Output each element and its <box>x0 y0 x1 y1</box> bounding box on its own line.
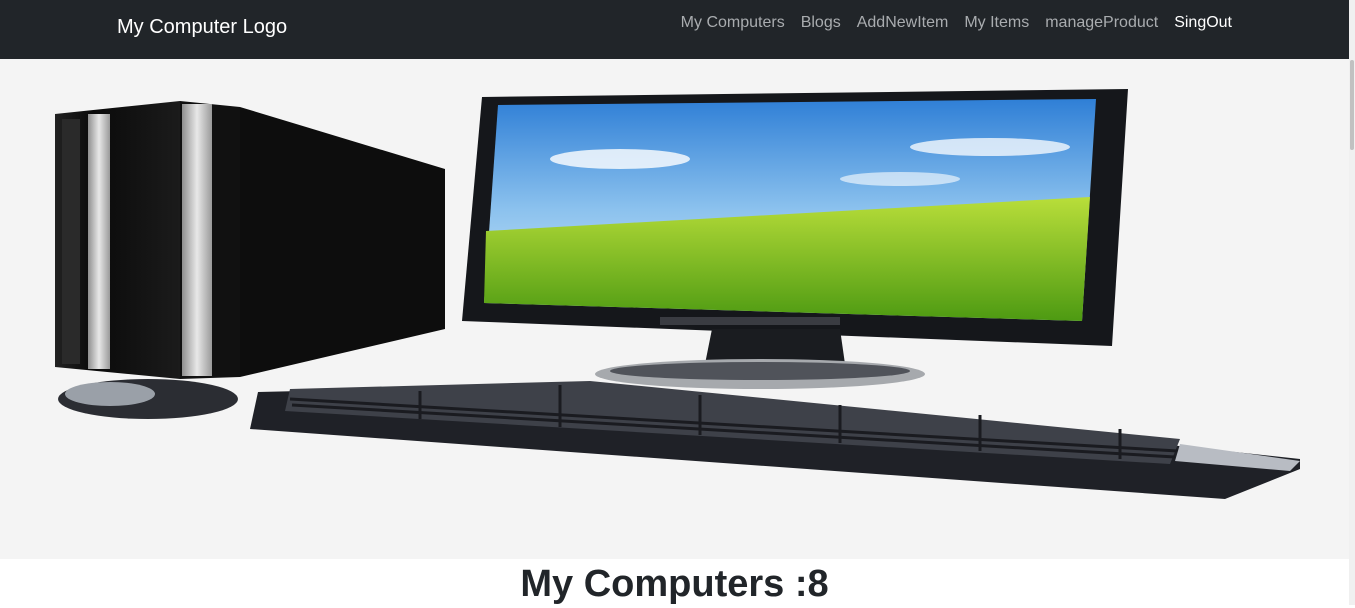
brand-logo[interactable]: My Computer Logo <box>117 16 287 39</box>
nav-link-add-new-item[interactable]: AddNewItem <box>857 14 949 32</box>
top-navbar: My Computer Logo My Computers Blogs AddN… <box>0 0 1349 59</box>
nav-link-blogs[interactable]: Blogs <box>801 14 841 32</box>
nav-link-manage-product[interactable]: manageProduct <box>1045 14 1158 32</box>
nav-links: My Computers Blogs AddNewItem My Items m… <box>681 14 1232 32</box>
page-title: My Computers :8 <box>520 563 829 605</box>
nav-link-sign-out[interactable]: SingOut <box>1174 14 1232 32</box>
monitor <box>462 89 1128 389</box>
desktop-computer-image <box>55 89 1300 499</box>
hero-banner <box>0 59 1349 559</box>
scrollbar[interactable] <box>1349 0 1355 605</box>
keyboard <box>250 381 1300 499</box>
nav-link-my-computers[interactable]: My Computers <box>681 14 785 32</box>
scrollbar-thumb[interactable] <box>1350 60 1354 150</box>
nav-link-my-items[interactable]: My Items <box>964 14 1029 32</box>
tower-case <box>55 101 445 379</box>
